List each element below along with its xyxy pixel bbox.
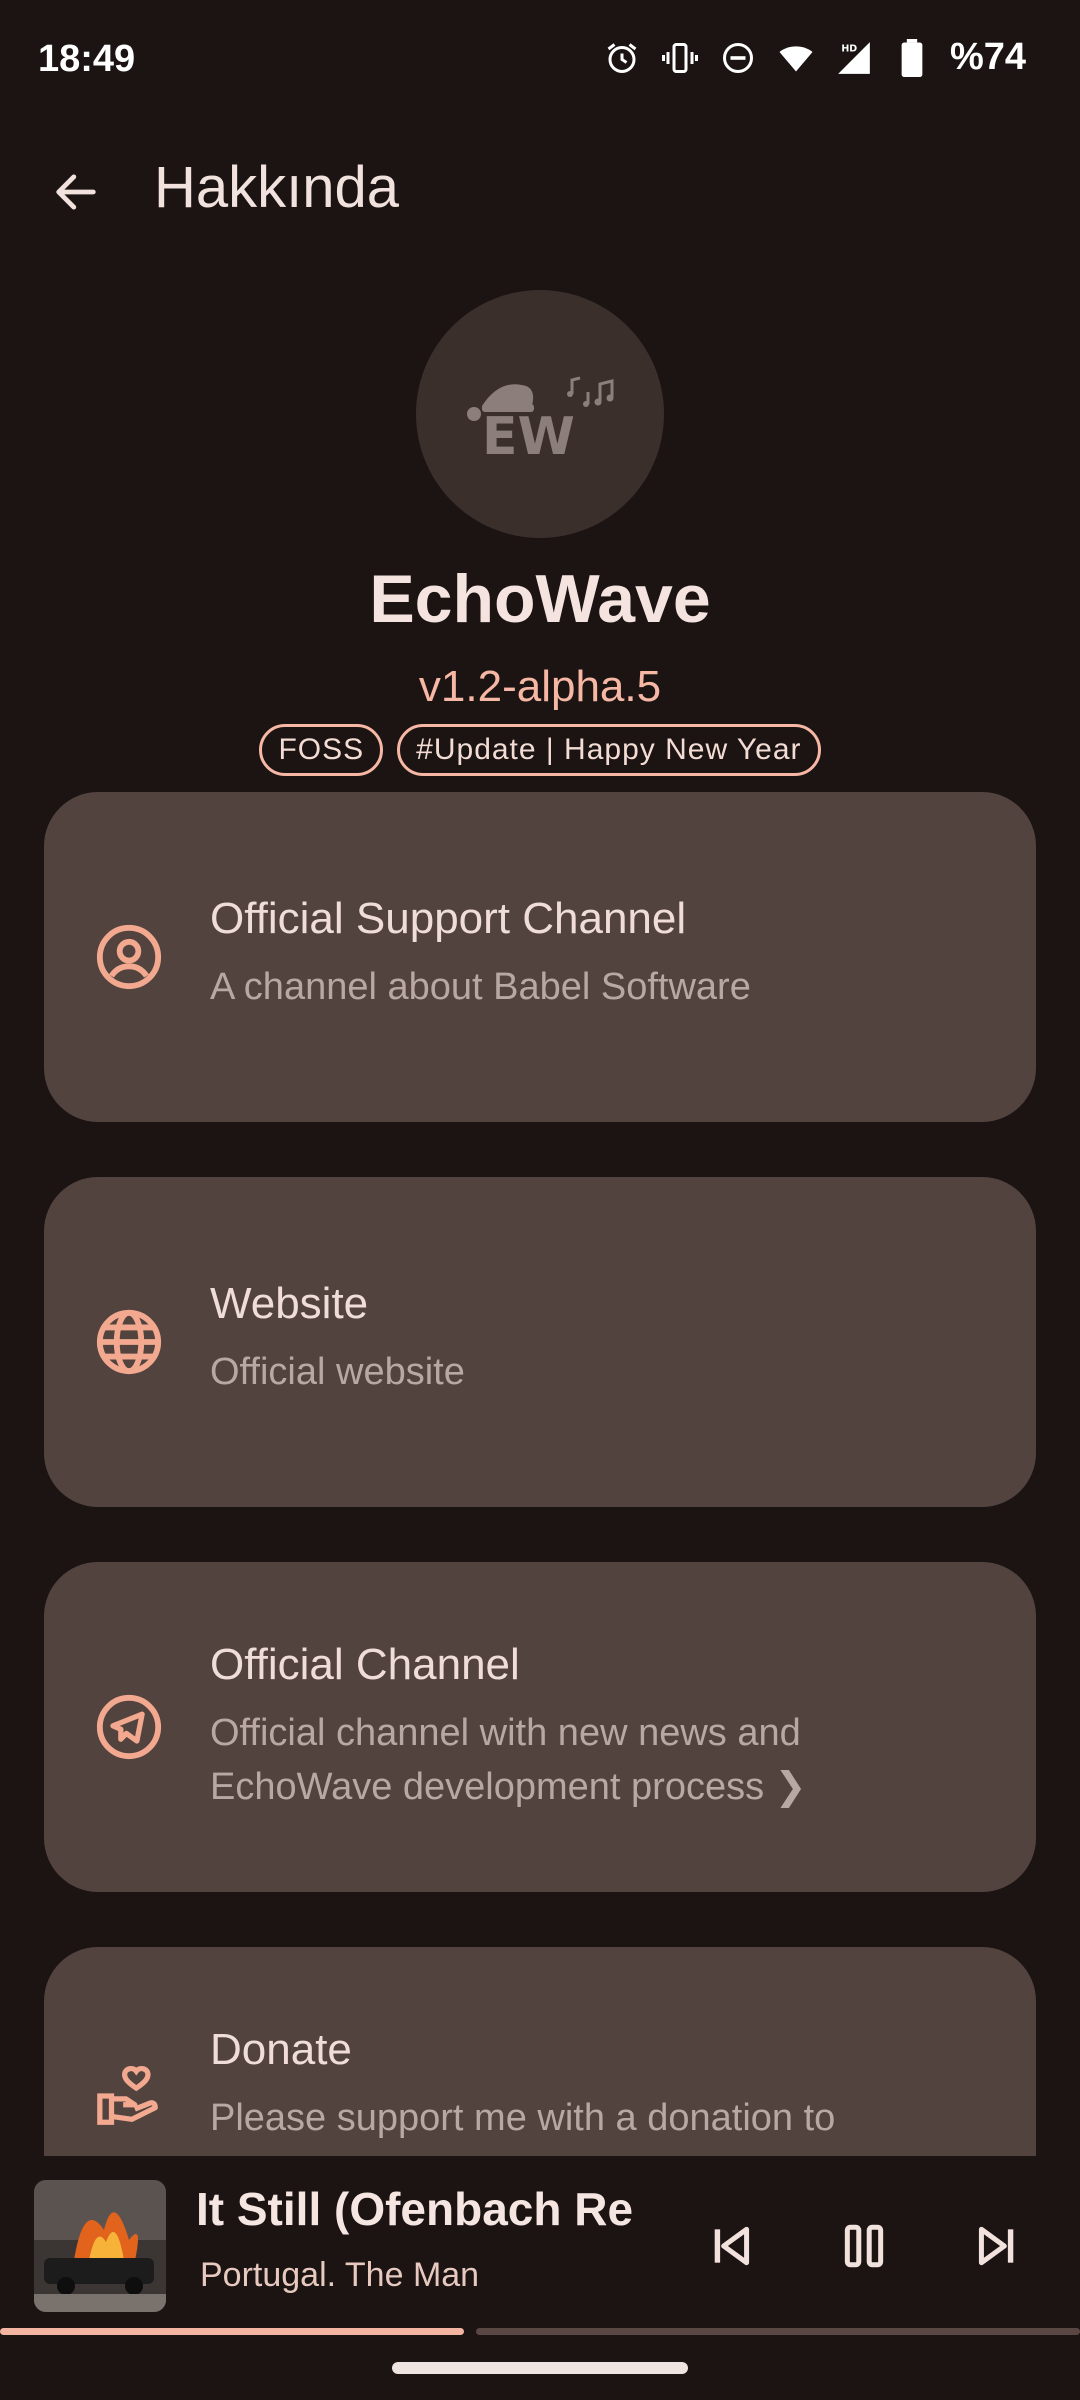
- next-button[interactable]: [956, 2206, 1036, 2286]
- status-time: 18:49: [38, 38, 136, 80]
- back-button[interactable]: [46, 162, 106, 222]
- vibrate-icon: [660, 38, 700, 78]
- donate-hand-heart-icon: [92, 2059, 166, 2133]
- tag-row: FOSS #Update | Happy New Year: [0, 724, 1080, 776]
- tag-update[interactable]: #Update | Happy New Year: [397, 724, 821, 776]
- wifi-icon: [776, 38, 816, 78]
- card-subtitle: Official website: [210, 1351, 465, 1393]
- tag-foss[interactable]: FOSS: [259, 724, 384, 776]
- globe-icon: [92, 1305, 166, 1379]
- svg-text:HD: HD: [841, 43, 857, 54]
- battery-percent: %74: [949, 36, 1026, 78]
- song-artist: Portugal. The Man: [200, 2256, 480, 2294]
- app-version: v1.2-alpha.5: [418, 662, 662, 711]
- card-title: Website: [210, 1279, 369, 1328]
- pause-icon: [844, 2224, 884, 2268]
- card-title: Donate: [210, 2025, 352, 2074]
- status-icons: HD %74: [602, 36, 1026, 79]
- mini-player[interactable]: It Still (Ofenbach Re Portugal. The Man: [0, 2156, 1080, 2326]
- card-website[interactable]: Website Official website: [44, 1177, 1036, 1507]
- progress-track[interactable]: [476, 2328, 1080, 2335]
- top-app-bar: Hakkında: [0, 140, 1080, 240]
- pause-button[interactable]: [824, 2206, 904, 2286]
- skip-previous-icon: [714, 2226, 750, 2266]
- previous-button[interactable]: [692, 2206, 772, 2286]
- signal-icon: HD: [834, 38, 874, 78]
- home-indicator[interactable]: [392, 2362, 688, 2374]
- dnd-icon: [718, 38, 758, 78]
- skip-next-icon: [978, 2226, 1014, 2266]
- status-bar: 18:49 HD %74: [0, 0, 1080, 120]
- song-title: It Still (Ofenbach Re: [196, 2183, 632, 2235]
- alarm-icon: [602, 38, 642, 78]
- page-title: Hakkında: [154, 155, 400, 220]
- card-support-channel[interactable]: Official Support Channel A channel about…: [44, 792, 1036, 1122]
- app-name: EchoWave: [369, 561, 711, 637]
- progress-fill: [0, 2328, 464, 2335]
- card-subtitle: Official channel with new news and EchoW…: [210, 1712, 807, 1808]
- card-title: Official Support Channel: [210, 894, 687, 943]
- card-subtitle: A channel about Babel Software: [210, 966, 751, 1008]
- card-title: Official Channel: [210, 1640, 520, 1689]
- telegram-icon: [92, 1690, 166, 1764]
- battery-icon: [892, 38, 932, 78]
- logo-text: EW: [482, 407, 575, 464]
- account-circle-icon: [92, 920, 166, 994]
- card-donate[interactable]: Donate Please support me with a donation…: [44, 1947, 1036, 2157]
- card-official-channel[interactable]: Official Channel Official channel with n…: [44, 1562, 1036, 1892]
- arrow-back-icon: [56, 174, 96, 210]
- card-subtitle: Please support me with a donation to: [210, 2097, 836, 2139]
- album-art: [34, 2180, 166, 2312]
- app-logo: EW: [416, 290, 664, 538]
